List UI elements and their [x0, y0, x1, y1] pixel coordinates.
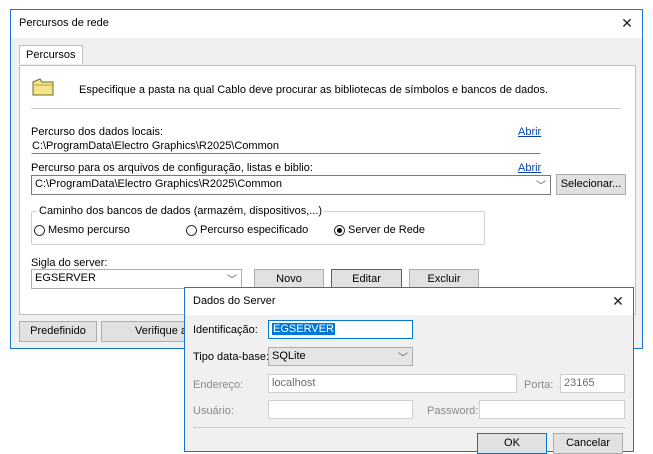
address-field[interactable]: localhost: [268, 374, 517, 393]
dialog-title: Percursos de rede: [19, 17, 109, 29]
chevron-down-icon: ﹀: [536, 181, 546, 192]
dbtype-combo[interactable]: SQLite ﹀: [268, 347, 413, 366]
dbtype-value: SQLite: [272, 350, 306, 362]
server-combo[interactable]: EGSERVER ﹀: [31, 269, 242, 289]
server-label: Sigla do server:: [31, 257, 108, 269]
local-data-path-field[interactable]: C:\ProgramData\Electro Graphics\R2025\Co…: [31, 138, 541, 154]
server-value: EGSERVER: [35, 272, 96, 284]
divider: [31, 108, 621, 109]
chevron-down-icon: ﹀: [227, 275, 237, 286]
verify-button[interactable]: Verifique a: [101, 321, 195, 342]
tab-panel: Especifique a pasta na qual Cablo deve p…: [19, 65, 636, 315]
instruction-text: Especifique a pasta na qual Cablo deve p…: [79, 84, 549, 96]
cancel-button[interactable]: Cancelar: [553, 433, 623, 454]
local-data-label: Percurso dos dados locais:: [31, 126, 164, 138]
dbtype-label: Tipo data-base:: [193, 351, 270, 363]
radio-network-server-label[interactable]: Server de Rede: [348, 224, 425, 236]
server-title-bar: Dados do Server ✕: [185, 288, 633, 315]
default-button[interactable]: Predefinido: [19, 321, 97, 342]
id-field[interactable]: EGSERVER: [268, 320, 413, 339]
config-path-combo[interactable]: C:\ProgramData\Electro Graphics\R2025\Co…: [31, 175, 551, 195]
radio-same-path[interactable]: [34, 225, 45, 236]
radio-specified-path-label[interactable]: Percurso especificado: [200, 224, 308, 236]
password-field[interactable]: [479, 400, 625, 419]
port-label: Porta:: [524, 379, 554, 391]
title-bar: Percursos de rede ✕: [11, 10, 642, 38]
folder-icon: [32, 78, 54, 96]
tab-percursos[interactable]: Percursos: [19, 45, 83, 64]
db-path-group-label: Caminho dos bancos de dados (armazém, di…: [37, 205, 325, 217]
address-label: Endereço:: [193, 379, 244, 391]
config-path-label: Percurso para os arquivos de configuraçã…: [31, 162, 313, 174]
server-dialog-title: Dados do Server: [193, 295, 276, 307]
chevron-down-icon: ﹀: [398, 353, 408, 364]
radio-same-path-label[interactable]: Mesmo percurso: [48, 224, 130, 236]
close-icon[interactable]: ✕: [616, 13, 638, 33]
close-icon[interactable]: ✕: [607, 291, 629, 311]
local-data-open-link[interactable]: Abrir: [518, 126, 541, 138]
user-field[interactable]: [268, 400, 413, 419]
user-label: Usuário:: [193, 405, 234, 417]
id-label: Identificação:: [193, 324, 258, 336]
config-open-link[interactable]: Abrir: [518, 162, 541, 174]
divider: [193, 427, 625, 428]
radio-specified-path[interactable]: [186, 225, 197, 236]
ok-button[interactable]: OK: [477, 433, 547, 454]
password-label: Password:: [427, 405, 479, 417]
port-field[interactable]: 23165: [560, 374, 625, 393]
server-data-dialog: Dados do Server ✕ Identificação: EGSERVE…: [184, 287, 634, 454]
id-value: EGSERVER: [272, 323, 335, 335]
select-button[interactable]: Selecionar...: [556, 174, 626, 195]
config-path-value: C:\ProgramData\Electro Graphics\R2025\Co…: [35, 178, 282, 190]
radio-network-server[interactable]: [334, 225, 345, 236]
